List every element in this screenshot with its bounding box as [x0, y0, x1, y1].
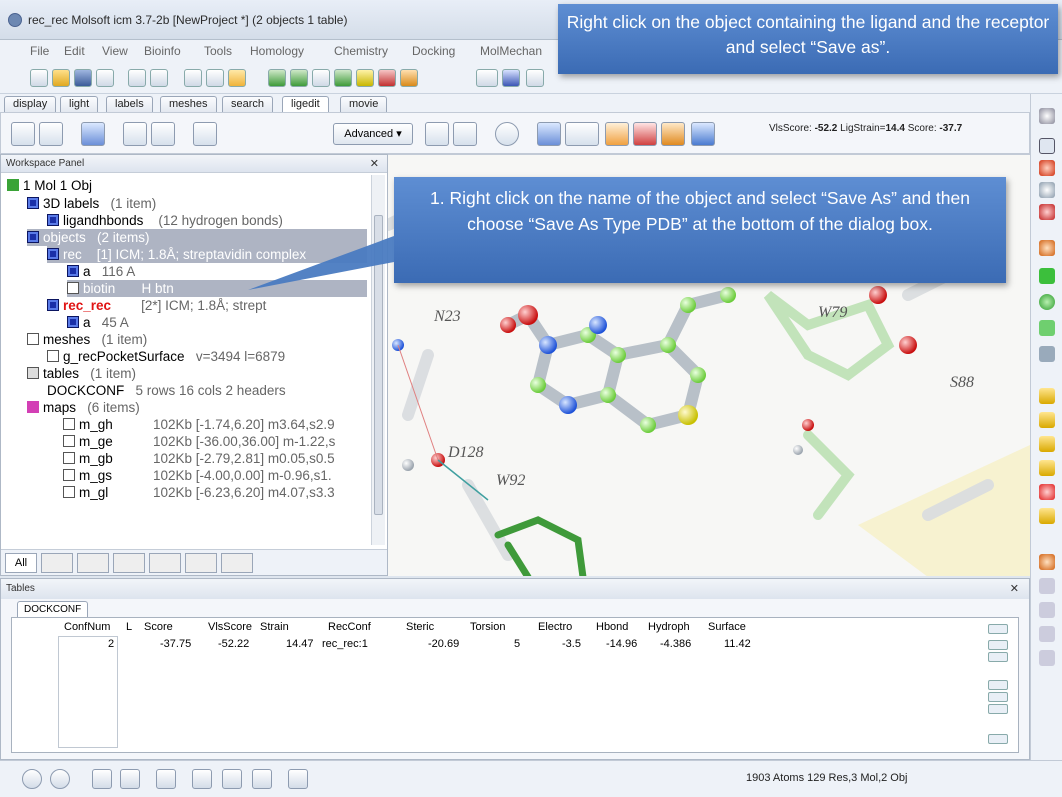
- callout-pointer: [248, 236, 394, 290]
